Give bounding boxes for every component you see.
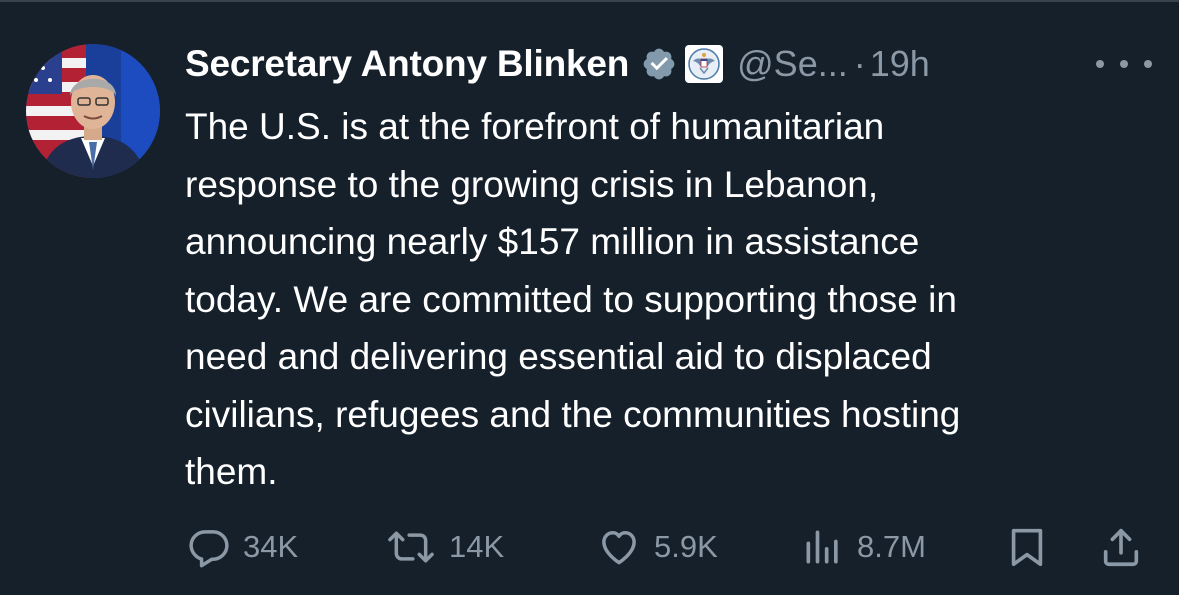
views-count: 8.7M bbox=[857, 529, 926, 564]
heart-icon bbox=[602, 531, 636, 565]
bookmark-icon bbox=[1011, 528, 1043, 567]
like-button[interactable]: 5.9K bbox=[596, 522, 718, 572]
author-name[interactable]: Secretary Antony Blinken bbox=[185, 43, 629, 85]
tweet-timestamp[interactable]: 19h bbox=[870, 43, 930, 85]
more-dot bbox=[1144, 60, 1152, 68]
header-separator: · bbox=[853, 43, 866, 84]
more-dot bbox=[1096, 60, 1104, 68]
tweet-text-line: need and delivering essential aid to dis… bbox=[185, 336, 932, 377]
tweet-header: Secretary Antony Blinken @Se... · 19h bbox=[185, 38, 930, 90]
verified-badge-icon[interactable] bbox=[641, 46, 677, 82]
tweet-text-line: response to the growing crisis in Lebano… bbox=[185, 163, 879, 205]
tweet-text-line: civilians, refugees and the communities … bbox=[185, 393, 961, 435]
share-button[interactable] bbox=[1098, 522, 1144, 572]
tweet-text-line: The U.S. is at the forefront of humanita… bbox=[185, 106, 885, 147]
action-bar: 34K 14K 5.9K 8.7M bbox=[0, 522, 1179, 572]
tweet-text-line: them. bbox=[185, 451, 278, 492]
views-button[interactable]: 8.7M bbox=[801, 522, 926, 572]
more-options-icon[interactable] bbox=[1096, 50, 1152, 78]
bookmark-button[interactable] bbox=[1004, 522, 1050, 572]
tweet-text-line: today. We are committed to supporting th… bbox=[185, 278, 957, 320]
reply-icon bbox=[189, 530, 229, 568]
tweet-text-line: announcing nearly $157 million in assist… bbox=[185, 221, 920, 262]
reply-button[interactable]: 34K bbox=[187, 522, 298, 572]
share-icon bbox=[1103, 528, 1139, 567]
reply-count: 34K bbox=[243, 529, 299, 564]
views-icon bbox=[806, 530, 838, 564]
tweet-text: The U.S. is at the forefront of humanita… bbox=[185, 98, 1160, 501]
top-divider bbox=[0, 0, 1179, 2]
more-dot bbox=[1120, 60, 1128, 68]
avatar[interactable] bbox=[26, 44, 160, 178]
like-count: 5.9K bbox=[654, 529, 718, 564]
us-state-department-seal-icon[interactable] bbox=[685, 45, 724, 83]
author-handle[interactable]: @Se... bbox=[737, 43, 848, 85]
repost-icon bbox=[388, 531, 434, 563]
avatar-photo bbox=[26, 44, 160, 178]
repost-count: 14K bbox=[449, 529, 505, 564]
repost-button[interactable]: 14K bbox=[385, 522, 504, 572]
